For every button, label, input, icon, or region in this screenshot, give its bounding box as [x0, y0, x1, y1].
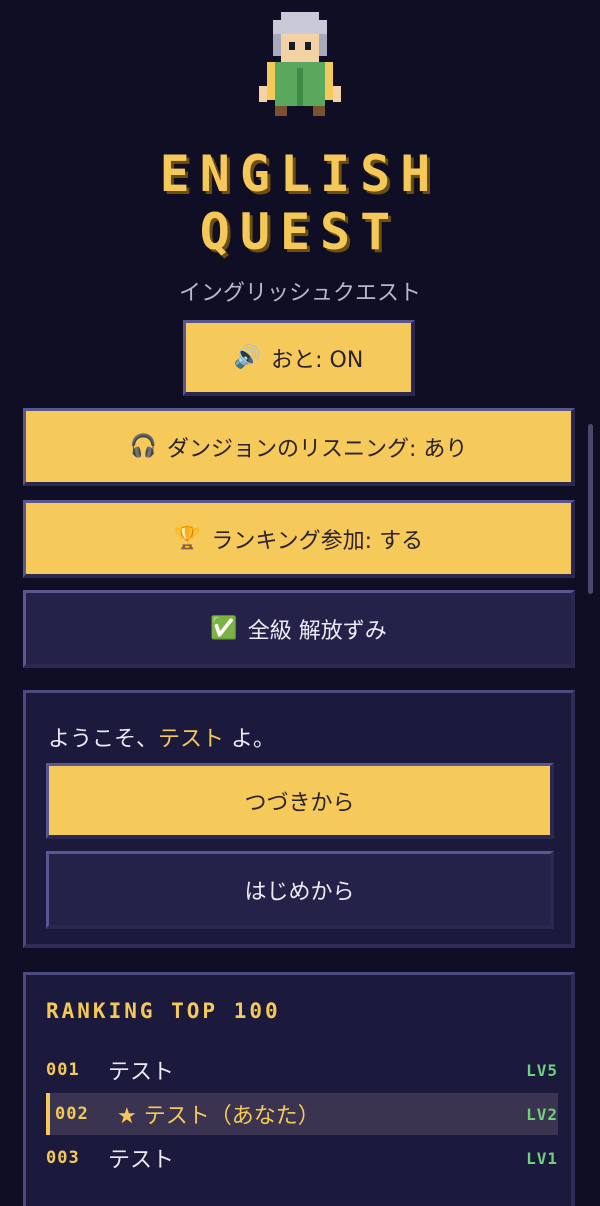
rank-level: LV5 [526, 1060, 558, 1080]
headphones-icon: 🎧 [129, 433, 157, 459]
rank-player-name: ★ テスト（あなた） [117, 1104, 320, 1129]
listening-toggle-label: ダンジョンのリスニング: あり [167, 436, 468, 462]
rank-level: LV2 [526, 1104, 558, 1124]
unlock-all-button[interactable]: ✅ 全級 解放ずみ [23, 590, 575, 668]
check-icon: ✅ [210, 615, 238, 641]
continue-button[interactable]: つづきから [46, 763, 554, 839]
trophy-icon: 🏆 [173, 525, 202, 551]
rank-number: 002 [55, 1104, 89, 1124]
game-subtitle: イングリッシュクエスト [178, 281, 421, 306]
welcome-suffix: よ。 [224, 727, 276, 752]
game-title-line-1: ENGLISH [159, 145, 441, 203]
welcome-panel: ようこそ、テスト よ。 つづきから はじめから [23, 690, 575, 948]
unlock-all-label: 全級 解放ずみ [247, 618, 387, 644]
sound-toggle-label: おと: ON [271, 347, 364, 373]
hero-sprite [259, 12, 341, 116]
ranking-row: 001 テスト LV5 [46, 1049, 558, 1091]
ranking-panel: RANKING TOP 100 001 テスト LV5 002 ★ テスト（あな… [23, 972, 575, 1206]
sound-toggle-button[interactable]: 🔊 おと: ON [183, 320, 415, 396]
rank-number: 001 [46, 1060, 80, 1080]
listening-toggle-button[interactable]: 🎧 ダンジョンのリスニング: あり [23, 408, 575, 486]
ranking-toggle-button[interactable]: 🏆 ランキング参加: する [23, 500, 575, 578]
player-name: テスト [158, 727, 225, 752]
game-title-line-2: QUEST [199, 203, 401, 261]
continue-label: つづきから [244, 790, 355, 816]
ranking-heading: RANKING TOP 100 [46, 999, 281, 1023]
ranking-row-self: 002 ★ テスト（あなた） LV2 [46, 1093, 558, 1135]
scrollbar[interactable] [588, 424, 593, 594]
ranking-row: 003 テスト LV1 [46, 1137, 558, 1179]
new-game-label: はじめから [244, 879, 355, 905]
speaker-icon: 🔊 [233, 344, 262, 370]
rank-player-name: テスト [108, 1060, 175, 1085]
ranking-toggle-label: ランキング参加: する [211, 528, 424, 554]
rank-level: LV1 [526, 1148, 558, 1168]
welcome-prefix: ようこそ、 [48, 727, 159, 752]
rank-number: 003 [46, 1148, 80, 1168]
rank-player-name: テスト [108, 1148, 175, 1173]
welcome-message: ようこそ、テスト よ。 [48, 721, 275, 753]
new-game-button[interactable]: はじめから [46, 851, 554, 929]
